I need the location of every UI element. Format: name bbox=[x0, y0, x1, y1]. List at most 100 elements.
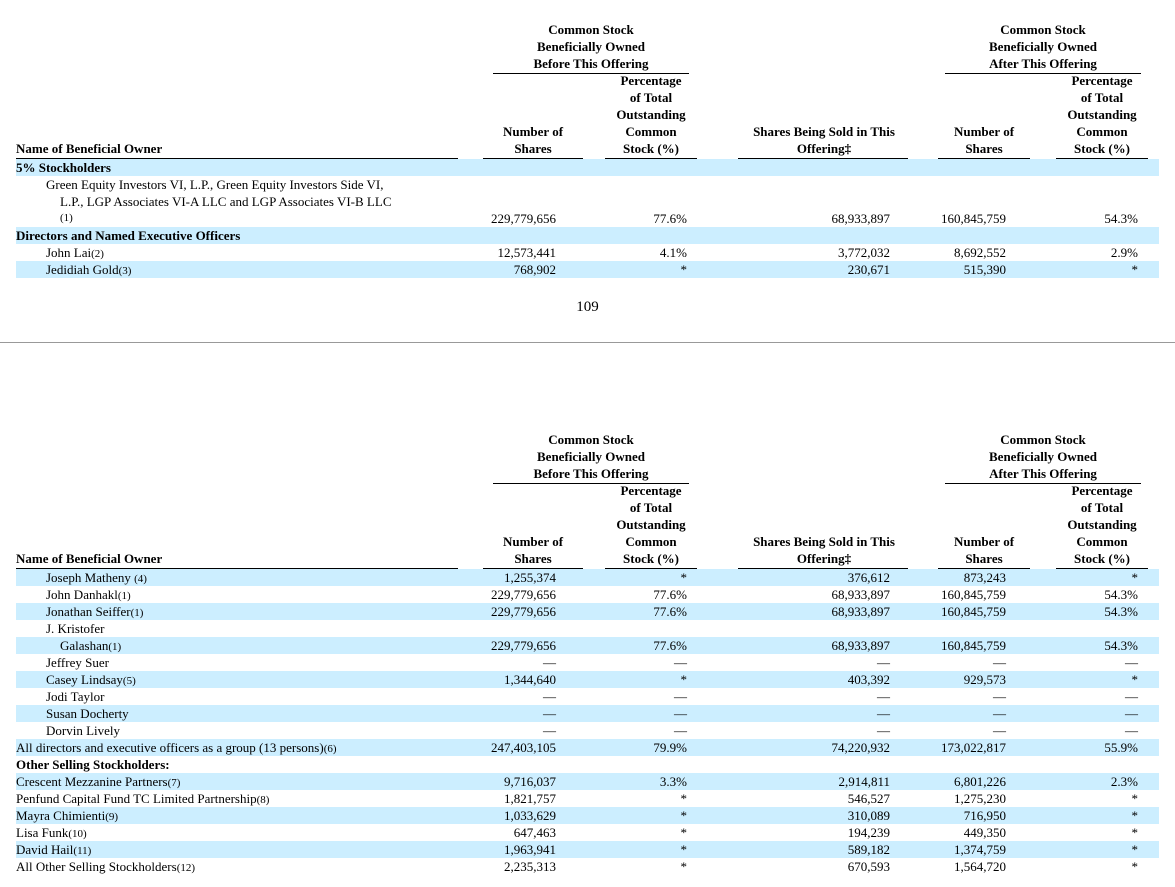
before-offering-group-header-line: Before This Offering bbox=[533, 56, 649, 71]
value-a-num: — bbox=[993, 723, 1006, 738]
owner-name-text: Jodi Taylor bbox=[46, 689, 105, 704]
value-a-num: 173,022,817 bbox=[941, 740, 1006, 755]
owner-name: Susan Docherty bbox=[46, 705, 129, 722]
owner-name: Jedidiah Gold(3) bbox=[46, 261, 131, 280]
value-a-num: 1,275,230 bbox=[954, 791, 1006, 806]
value-a-num: 1,374,759 bbox=[954, 842, 1006, 857]
before-percentage-header-line: Common bbox=[625, 124, 677, 139]
before-percentage-header-line: Percentage bbox=[620, 73, 682, 88]
footnote-reference: (1) bbox=[108, 641, 122, 653]
after-percentage-header-line: Common bbox=[1076, 534, 1128, 549]
value-b-pct: * bbox=[680, 825, 688, 840]
value-sold: — bbox=[877, 689, 890, 704]
value-b-num: 229,779,656 bbox=[491, 587, 556, 602]
value-b-pct: 77.6% bbox=[653, 587, 687, 602]
footnote-reference: (12) bbox=[176, 862, 196, 874]
after-number-of-shares-header-line: Shares bbox=[965, 551, 1003, 566]
before-percentage-header-line: Stock (%) bbox=[623, 551, 679, 566]
value-sold: 68,933,897 bbox=[831, 587, 891, 602]
owner-name: Jeffrey Suer bbox=[46, 654, 109, 671]
value-a-pct: * bbox=[1131, 808, 1139, 823]
before-number-of-shares-header-line: Number of bbox=[502, 534, 564, 549]
before-number-of-shares-header-line: Shares bbox=[514, 141, 552, 156]
owner-name: All Other Selling Stockholders(12) bbox=[16, 858, 195, 877]
value-b-num: 229,779,656 bbox=[491, 638, 556, 653]
value-b-num: 1,255,374 bbox=[504, 570, 556, 585]
value-a-num: 929,573 bbox=[963, 672, 1006, 687]
owner-name-text: Jonathan Seiffer bbox=[46, 604, 131, 619]
owner-name-line: Green Equity Investors VI, L.P., Green E… bbox=[46, 177, 384, 192]
value-a-num: 160,845,759 bbox=[941, 604, 1006, 619]
name-of-beneficial-owner-header: Name of Beneficial Owner bbox=[16, 141, 163, 156]
value-sold: 68,933,897 bbox=[831, 211, 891, 226]
value-sold: 670,593 bbox=[847, 859, 890, 874]
shares-sold-header-line: Offering‡ bbox=[796, 551, 852, 566]
table-row: Jonathan Seiffer(1) 229,779,656 77.6% 68,93… bbox=[16, 603, 1159, 620]
before-number-of-shares-header-line: Number of bbox=[502, 124, 564, 139]
value-a-num: 8,692,552 bbox=[954, 245, 1006, 260]
value-a-pct: — bbox=[1125, 723, 1138, 738]
after-percentage-header-line: Common bbox=[1076, 124, 1128, 139]
page-number: 109 bbox=[576, 299, 599, 315]
owner-name-text: John Danhakl bbox=[46, 587, 118, 602]
table-row: John Danhakl(1) 229,779,656 77.6% 68,933,89… bbox=[16, 586, 1159, 603]
table-row: Penfund Capital Fund TC Limited Partners… bbox=[16, 790, 1159, 807]
value-a-num: — bbox=[993, 706, 1006, 721]
value-b-pct: * bbox=[680, 672, 688, 687]
value-a-pct: — bbox=[1125, 655, 1138, 670]
footnote-reference: (6) bbox=[323, 743, 337, 755]
after-offering-group-header-line: Beneficially Owned bbox=[989, 39, 1097, 54]
footnote-reference: (9) bbox=[105, 811, 119, 823]
owner-name-text: Casey Lindsay bbox=[46, 672, 123, 687]
page-break-divider bbox=[0, 342, 1175, 343]
after-offering-group-header-line: Common Stock bbox=[1000, 22, 1086, 37]
section-heading: 5% Stockholders bbox=[16, 160, 111, 175]
value-a-pct: 54.3% bbox=[1104, 587, 1138, 602]
before-offering-group-header-line: Before This Offering bbox=[533, 466, 649, 481]
value-b-num: 247,403,105 bbox=[491, 740, 556, 755]
table-row: Other Selling Stockholders: bbox=[16, 756, 1159, 773]
after-percentage-header-line: Percentage bbox=[1071, 483, 1133, 498]
footnote-reference: (1) bbox=[130, 607, 144, 619]
table-row: David Hail(11) 1,963,941 * 589,182 1,374,759… bbox=[16, 841, 1159, 858]
value-b-pct: * bbox=[680, 859, 688, 874]
owner-name-text: Lisa Funk bbox=[16, 825, 69, 840]
before-number-of-shares-header-line: Shares bbox=[514, 551, 552, 566]
value-a-pct: * bbox=[1131, 262, 1139, 277]
after-percentage-header-line: Stock (%) bbox=[1074, 141, 1130, 156]
before-percentage-header-line: Stock (%) bbox=[623, 141, 679, 156]
value-a-pct: * bbox=[1131, 791, 1139, 806]
table-row: Joseph Matheny (4) 1,255,374 * 376,612 873,2… bbox=[16, 569, 1159, 586]
value-b-pct: 77.6% bbox=[653, 604, 687, 619]
value-sold: — bbox=[877, 723, 890, 738]
value-a-num: 515,390 bbox=[963, 262, 1006, 277]
after-percentage-header-line: Outstanding bbox=[1067, 517, 1137, 532]
table-row: Casey Lindsay(5) 1,344,640 * 403,392 929,573… bbox=[16, 671, 1159, 688]
after-number-of-shares-header-line: Number of bbox=[953, 534, 1015, 549]
value-b-num: 768,902 bbox=[513, 262, 556, 277]
value-a-pct: 2.9% bbox=[1110, 245, 1138, 260]
before-offering-group-header-line: Common Stock bbox=[548, 22, 634, 37]
after-percentage-header-line: Stock (%) bbox=[1074, 551, 1130, 566]
owner-name-text: All Other Selling Stockholders bbox=[16, 859, 177, 874]
value-b-num: 229,779,656 bbox=[491, 211, 556, 226]
value-b-pct: 79.9% bbox=[653, 740, 687, 755]
owner-name: Other Selling Stockholders: bbox=[16, 756, 170, 773]
footnote-reference: (8) bbox=[256, 794, 270, 806]
value-a-num: 1,564,720 bbox=[954, 859, 1006, 874]
value-a-pct: 54.3% bbox=[1104, 638, 1138, 653]
value-sold: 230,671 bbox=[847, 262, 890, 277]
owner-name-text: Galashan bbox=[60, 638, 109, 653]
table-row: Dorvin Lively — — — — — bbox=[16, 722, 1159, 739]
after-offering-group-header-line: Common Stock bbox=[1000, 432, 1086, 447]
after-offering-group-header-line: Beneficially Owned bbox=[989, 449, 1097, 464]
value-sold: 3,772,032 bbox=[838, 245, 890, 260]
value-b-pct: — bbox=[674, 655, 687, 670]
table-row: J. Kristofer bbox=[16, 620, 1159, 637]
value-b-num: 647,463 bbox=[513, 825, 556, 840]
owner-name-text: Dorvin Lively bbox=[46, 723, 121, 738]
value-b-num: 2,235,313 bbox=[504, 859, 556, 874]
before-percentage-header-line: Outstanding bbox=[616, 107, 686, 122]
section-heading: Directors and Named Executive Officers bbox=[16, 228, 241, 243]
value-b-num: 9,716,037 bbox=[504, 774, 556, 789]
